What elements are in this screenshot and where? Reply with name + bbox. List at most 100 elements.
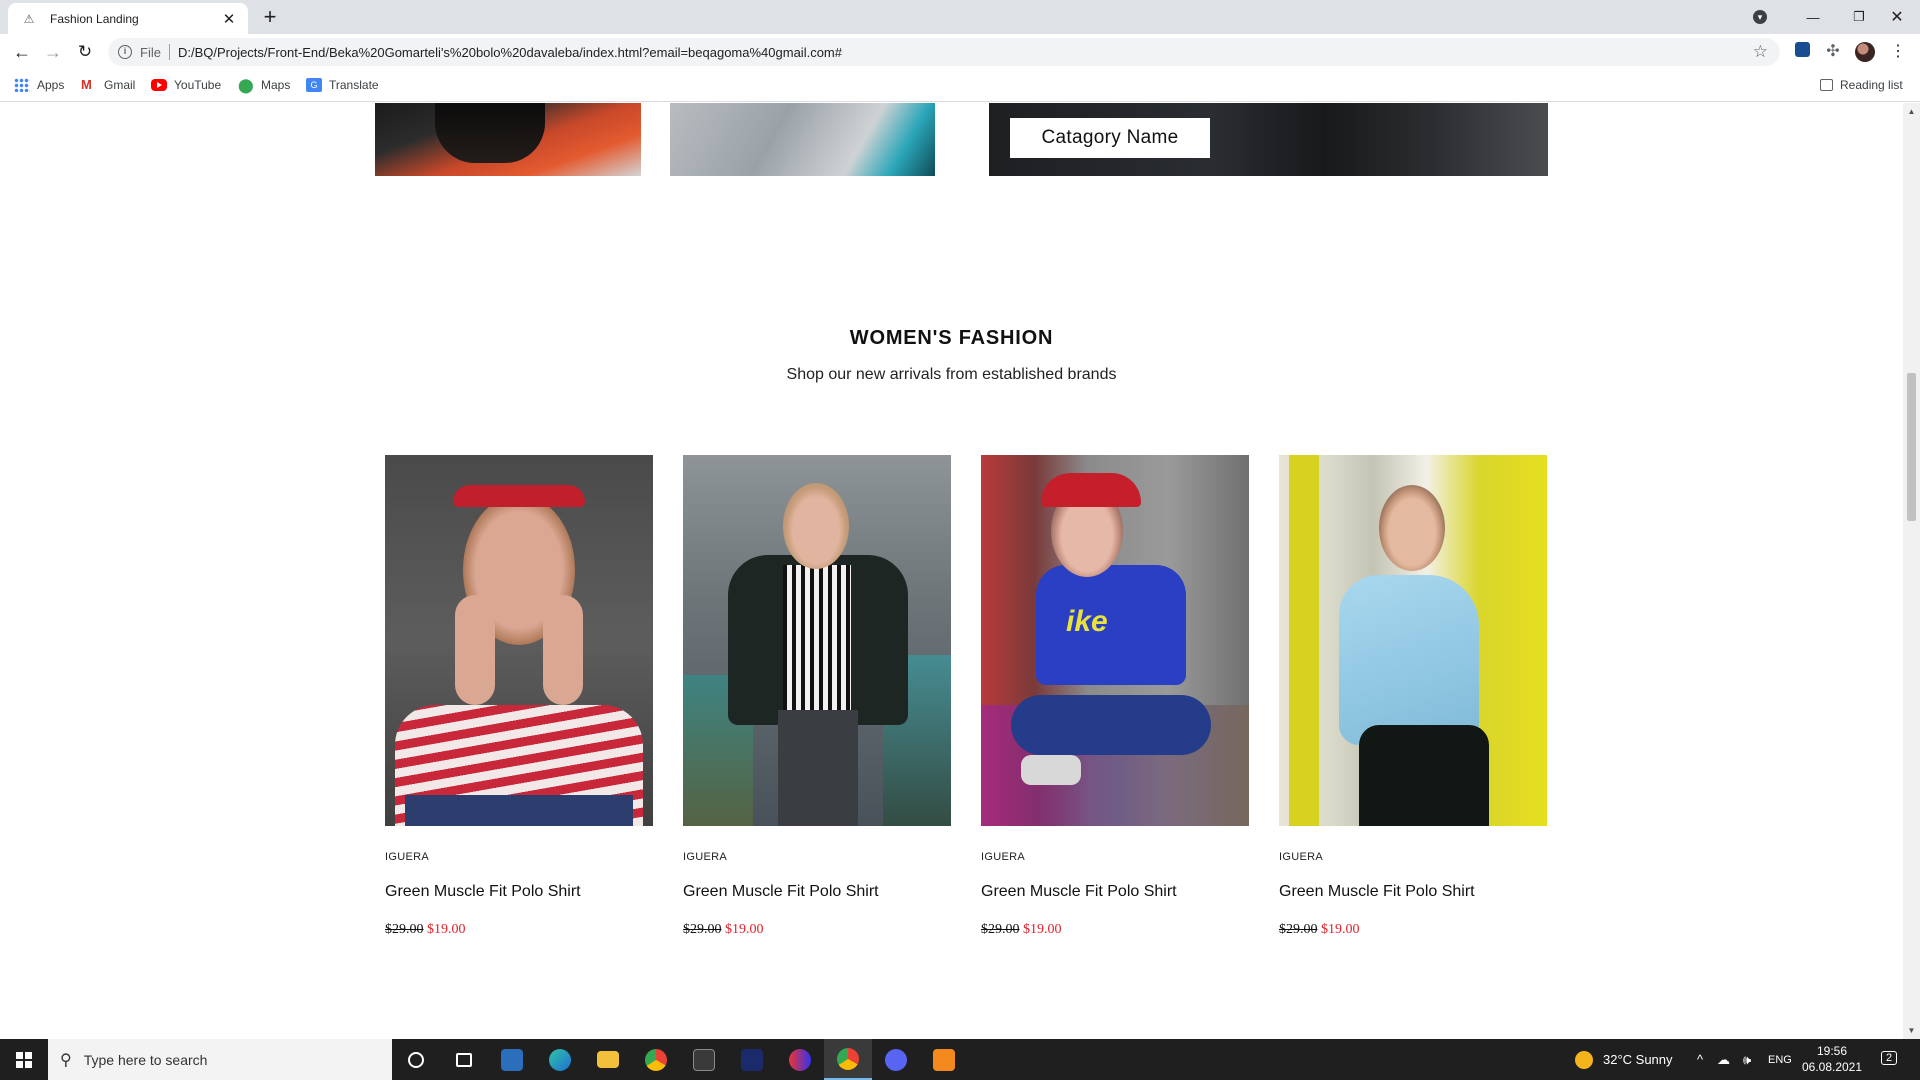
reading-list-button[interactable]: Reading list (1820, 78, 1903, 92)
tab-strip: ⚠ Fashion Landing ✕ + ▾ — ❐ ✕ (0, 0, 1920, 34)
sun-icon (1575, 1050, 1593, 1069)
apps-grid-icon (14, 78, 30, 92)
reload-icon[interactable]: ↻ (73, 40, 97, 64)
product-card[interactable]: IGUERA Green Muscle Fit Polo Shirt $29.0… (683, 455, 951, 938)
old-price: $29.00 (385, 922, 424, 937)
tab-title: Fashion Landing (50, 11, 139, 26)
browser-toolbar: ← → ↻ i File D:/BQ/Projects/Front-End/Be… (0, 34, 1920, 70)
extensions-puzzle-icon[interactable]: ✣ (1823, 42, 1843, 62)
bookmark-label: Apps (37, 78, 65, 92)
url-text[interactable]: D:/BQ/Projects/Front-End/Beka%20Gomartel… (178, 45, 842, 60)
product-card[interactable]: IGUERA Green Muscle Fit Polo Shirt $29.0… (1279, 455, 1547, 938)
product-name[interactable]: Green Muscle Fit Polo Shirt (385, 883, 653, 901)
cortana-button[interactable] (392, 1039, 440, 1080)
category-name-button[interactable]: Catagory Name (1010, 118, 1210, 158)
gmail-icon: M (81, 77, 92, 92)
taskbar-clock[interactable]: 19:56 06.08.2021 (1797, 1043, 1867, 1075)
new-tab-button[interactable]: + (258, 6, 282, 30)
close-tab-icon[interactable]: ✕ (220, 10, 238, 28)
browser-tab[interactable]: ⚠ Fashion Landing ✕ (8, 3, 248, 34)
bookmark-label: Gmail (104, 78, 136, 92)
calculator-app[interactable] (488, 1039, 536, 1080)
chrome-app[interactable] (632, 1039, 680, 1080)
file-explorer-app[interactable] (584, 1039, 632, 1080)
window-close-button[interactable]: ✕ (1874, 0, 1920, 34)
product-name[interactable]: Green Muscle Fit Polo Shirt (981, 883, 1249, 901)
product-name[interactable]: Green Muscle Fit Polo Shirt (1279, 883, 1547, 901)
onedrive-cloud-icon[interactable]: ☁ (1717, 1039, 1730, 1080)
old-price: $29.00 (1279, 922, 1318, 937)
edge-app[interactable] (536, 1039, 584, 1080)
sale-price: $19.00 (427, 922, 466, 937)
address-divider (168, 44, 170, 60)
site-info-icon[interactable]: i (118, 45, 132, 59)
scroll-down-arrow-icon[interactable]: ▼ (1903, 1022, 1920, 1039)
chrome-icon (645, 1048, 667, 1071)
product-brand: IGUERA (385, 851, 429, 863)
bookmarks-bar: Apps M Gmail YouTube ⬤ Maps G Translate … (0, 70, 1920, 102)
product-card[interactable]: IGUERA Green Muscle Fit Polo Shirt $29.0… (385, 455, 653, 938)
product-brand: IGUERA (981, 851, 1025, 863)
product-card[interactable]: ike IGUERA Green Muscle Fit Polo Shirt $… (981, 455, 1249, 938)
affinity-app[interactable] (728, 1039, 776, 1080)
old-price: $29.00 (683, 922, 722, 937)
back-arrow-icon[interactable]: ← (10, 40, 34, 64)
chrome-icon (837, 1047, 859, 1070)
bookmark-youtube[interactable]: YouTube (151, 78, 221, 92)
discord-app[interactable] (872, 1039, 920, 1080)
language-indicator[interactable]: ENG (1768, 1039, 1792, 1080)
product-name[interactable]: Green Muscle Fit Polo Shirt (683, 883, 951, 901)
windows-logo-icon (16, 1051, 32, 1068)
extension-download-icon[interactable] (1792, 42, 1812, 62)
bookmark-translate[interactable]: G Translate (306, 78, 379, 92)
product-price: $29.00 $19.00 (385, 922, 653, 938)
tab-search-icon[interactable]: ▾ (1748, 0, 1772, 34)
product-image[interactable] (683, 455, 951, 826)
address-bar[interactable]: i File D:/BQ/Projects/Front-End/Beka%20G… (108, 38, 1780, 66)
product-price: $29.00 $19.00 (981, 922, 1249, 938)
bookmark-star-icon[interactable]: ☆ (1753, 42, 1768, 62)
product-image[interactable] (1279, 455, 1547, 826)
reading-list-label: Reading list (1840, 78, 1903, 92)
inkscape-icon (693, 1048, 715, 1071)
category-image[interactable]: Catagory Name (989, 103, 1548, 176)
shield-icon (789, 1048, 811, 1071)
scrollbar-thumb[interactable] (1907, 373, 1916, 521)
browser-menu-icon[interactable]: ⋮ (1888, 42, 1908, 62)
sublime-app[interactable] (920, 1039, 968, 1080)
taskbar-search-placeholder: Type here to search (83, 1051, 208, 1068)
bookmark-apps[interactable]: Apps (14, 78, 64, 92)
product-image[interactable]: ike (981, 455, 1249, 826)
weather-widget[interactable]: 32°C Sunny (1575, 1039, 1673, 1080)
product-price: $29.00 $19.00 (1279, 922, 1547, 938)
task-view-button[interactable] (440, 1039, 488, 1080)
minimize-button[interactable]: — (1790, 0, 1836, 34)
bookmark-maps[interactable]: ⬤ Maps (238, 78, 290, 92)
category-image[interactable] (375, 103, 641, 176)
sale-price: $19.00 (725, 922, 764, 937)
start-button[interactable] (0, 1039, 48, 1080)
scroll-up-arrow-icon[interactable]: ▲ (1903, 103, 1920, 120)
page-scrollbar[interactable]: ▲ ▼ (1903, 103, 1920, 1039)
bookmark-gmail[interactable]: M Gmail (81, 77, 136, 93)
taskbar-search-box[interactable]: ⚲ Type here to search (48, 1039, 392, 1080)
edge-icon (549, 1048, 571, 1071)
section-title: WOMEN'S FASHION (849, 327, 1054, 349)
page-viewport: Catagory Name WOMEN'S FASHION Shop our n… (0, 103, 1903, 1039)
chrome-active-app[interactable] (824, 1039, 872, 1080)
notification-center-icon[interactable]: 2 (1878, 1048, 1900, 1070)
inkscape-app[interactable] (680, 1039, 728, 1080)
weather-text: 32°C Sunny (1603, 1052, 1673, 1067)
maps-pin-icon: ⬤ (238, 77, 254, 93)
volume-icon[interactable]: 🕪 (1743, 1039, 1751, 1080)
product-brand: IGUERA (683, 851, 727, 863)
forward-arrow-icon[interactable]: → (41, 40, 65, 64)
vpn-app[interactable] (776, 1039, 824, 1080)
tray-overflow-icon[interactable]: ^ (1697, 1039, 1703, 1080)
product-image[interactable] (385, 455, 653, 826)
task-view-icon (456, 1052, 472, 1067)
profile-avatar[interactable] (1855, 42, 1875, 62)
bookmark-label: Translate (329, 78, 379, 92)
search-icon: ⚲ (60, 1051, 72, 1069)
category-image[interactable] (670, 103, 935, 176)
